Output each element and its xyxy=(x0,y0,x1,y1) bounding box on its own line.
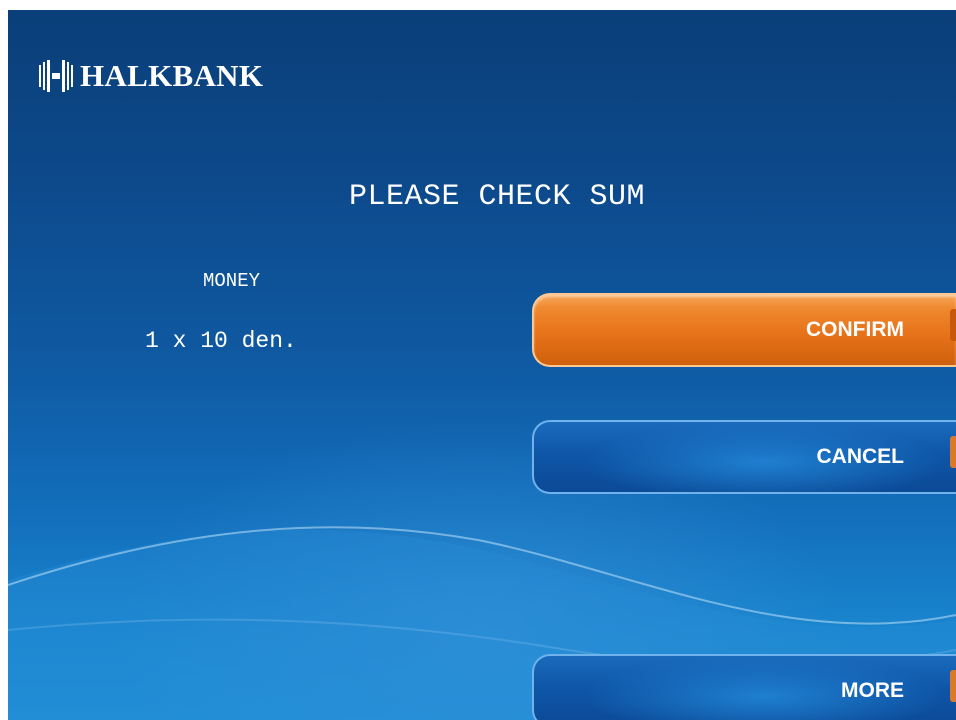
halkbank-logo-icon xyxy=(39,60,73,92)
more-button-edge xyxy=(950,670,956,702)
page-title: PLEASE CHECK SUM xyxy=(348,180,646,214)
confirm-button-label: CONFIRM xyxy=(806,318,904,341)
more-button[interactable]: MORE xyxy=(532,654,956,720)
money-label: MONEY xyxy=(203,270,261,292)
money-value: 1 x 10 den. xyxy=(145,328,297,354)
cancel-button-edge xyxy=(950,436,956,468)
bank-logo: HALKBANK xyxy=(38,58,263,94)
bank-name: HALKBANK xyxy=(80,58,264,93)
confirm-button-edge xyxy=(950,309,956,341)
confirm-button[interactable]: CONFIRM xyxy=(532,293,956,367)
more-button-label: MORE xyxy=(841,679,904,702)
cancel-button-label: CANCEL xyxy=(816,445,905,468)
cancel-button[interactable]: CANCEL xyxy=(532,420,956,494)
atm-screen: HALKBANK PLEASE CHECK SUM MONEY 1 x 10 d… xyxy=(8,10,956,720)
